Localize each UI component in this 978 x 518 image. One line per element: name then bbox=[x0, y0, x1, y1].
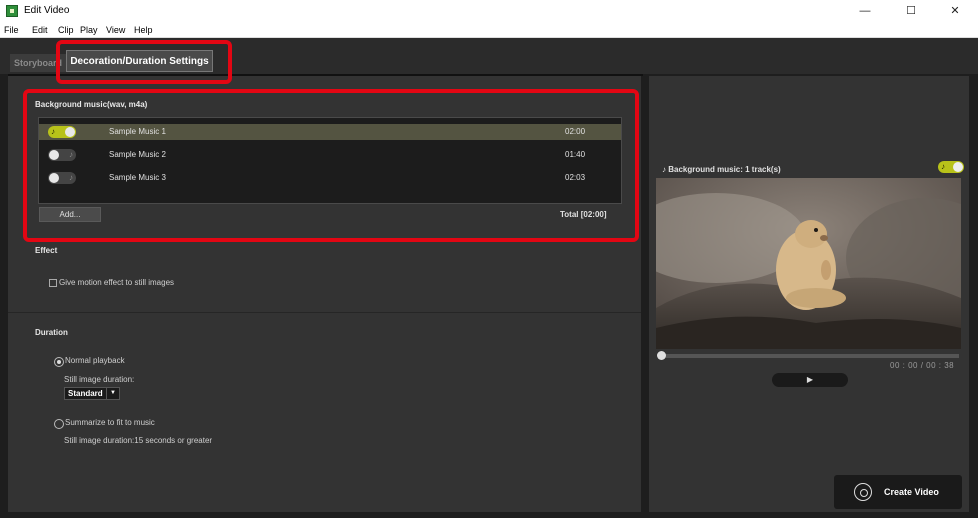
minimize-button[interactable]: — bbox=[842, 0, 888, 22]
music-name: Sample Music 2 bbox=[109, 150, 166, 159]
play-icon: ▶ bbox=[806, 375, 814, 384]
menu-file[interactable]: File bbox=[4, 25, 19, 35]
summarize-note: Still image duration:15 seconds or great… bbox=[64, 436, 213, 445]
film-reel-icon bbox=[854, 483, 872, 501]
music-muted-icon: ♪ bbox=[69, 150, 73, 159]
summarize-label: Summarize to fit to music bbox=[65, 418, 155, 427]
music-row[interactable]: ♪ Sample Music 2 01:40 bbox=[39, 147, 621, 163]
normal-playback-radio[interactable] bbox=[54, 357, 64, 367]
still-duration-select[interactable]: Standard ▼ bbox=[64, 387, 120, 400]
music-name: Sample Music 3 bbox=[109, 173, 166, 182]
music-toggle[interactable]: ♪ bbox=[48, 172, 76, 184]
tab-decoration-duration-settings[interactable]: Decoration/Duration Settings bbox=[66, 50, 213, 72]
still-duration-value: Standard bbox=[68, 389, 103, 398]
bgm-status-text: Background music: 1 track(s) bbox=[668, 165, 781, 174]
music-name: Sample Music 1 bbox=[109, 127, 166, 136]
add-music-button[interactable]: Add... bbox=[39, 207, 101, 222]
tab-storyboard[interactable]: Storyboard bbox=[10, 54, 68, 72]
menu-help[interactable]: Help bbox=[134, 25, 153, 35]
music-duration: 01:40 bbox=[565, 150, 586, 159]
normal-playback-label: Normal playback bbox=[65, 356, 125, 365]
play-button[interactable]: ▶ bbox=[772, 373, 848, 387]
prairie-dog-image bbox=[656, 178, 961, 349]
summarize-radio[interactable] bbox=[54, 419, 64, 429]
create-video-button[interactable]: Create Video bbox=[834, 475, 962, 509]
motion-effect-label: Give motion effect to still images bbox=[59, 278, 175, 287]
timecode: 00 : 00 / 00 : 38 bbox=[890, 361, 955, 370]
video-preview bbox=[656, 178, 961, 349]
section-divider bbox=[8, 312, 641, 313]
background-music-heading: Background music(wav, m4a) bbox=[35, 100, 148, 109]
music-toggle[interactable]: ♪ bbox=[48, 126, 76, 138]
maximize-button[interactable]: ☐ bbox=[888, 0, 934, 22]
window-title: Edit Video bbox=[24, 5, 70, 16]
tab-bar: Storyboard Decoration/Duration Settings bbox=[0, 38, 978, 74]
title-bar: Edit Video — ☐ ✕ bbox=[0, 0, 978, 22]
menu-edit[interactable]: Edit bbox=[32, 25, 48, 35]
menu-clip[interactable]: Clip bbox=[58, 25, 74, 35]
music-row[interactable]: ♪ Sample Music 1 02:00 bbox=[39, 124, 621, 140]
bgm-status: ♪ Background music: 1 track(s) bbox=[662, 165, 781, 174]
total-duration: Total [02:00] bbox=[560, 210, 607, 219]
music-duration: 02:00 bbox=[565, 127, 586, 136]
seek-handle[interactable] bbox=[657, 351, 666, 360]
music-row[interactable]: ♪ Sample Music 3 02:03 bbox=[39, 170, 621, 186]
music-duration: 02:03 bbox=[565, 173, 586, 182]
create-video-label: Create Video bbox=[884, 487, 939, 497]
bgm-preview-toggle[interactable]: ♪ bbox=[938, 161, 964, 173]
music-note-icon: ♪ bbox=[51, 127, 55, 136]
app-icon bbox=[6, 5, 18, 17]
music-list: ♪ Sample Music 1 02:00 ♪ Sample Music 2 … bbox=[38, 117, 622, 204]
menu-view[interactable]: View bbox=[106, 25, 125, 35]
chevron-down-icon: ▼ bbox=[106, 388, 119, 399]
close-button[interactable]: ✕ bbox=[932, 0, 978, 22]
duration-heading: Duration bbox=[35, 328, 68, 337]
effect-heading: Effect bbox=[35, 246, 58, 255]
music-toggle[interactable]: ♪ bbox=[48, 149, 76, 161]
music-note-icon: ♪ bbox=[941, 162, 945, 171]
seek-bar[interactable] bbox=[660, 354, 959, 358]
still-duration-label: Still image duration: bbox=[64, 375, 135, 384]
music-muted-icon: ♪ bbox=[69, 173, 73, 182]
menu-bar: File Edit Clip Play View Help bbox=[0, 22, 978, 38]
menu-play[interactable]: Play bbox=[80, 25, 98, 35]
motion-effect-checkbox[interactable] bbox=[49, 279, 57, 287]
